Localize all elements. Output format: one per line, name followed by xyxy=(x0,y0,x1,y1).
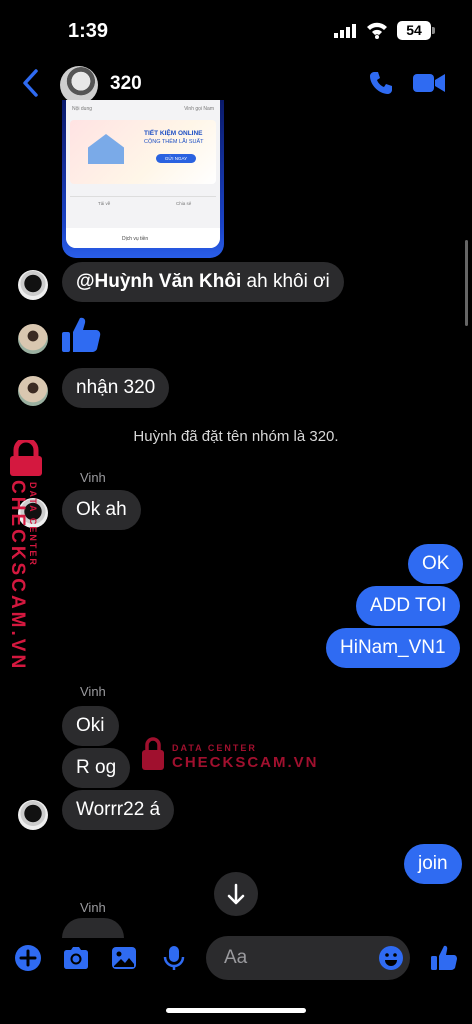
avatar[interactable] xyxy=(18,270,48,300)
promo-subheadline: CỘNG THÊM LÃI SUẤT xyxy=(144,139,204,145)
plus-icon[interactable] xyxy=(14,944,42,972)
message-bubble-outgoing[interactable]: join xyxy=(404,844,462,884)
avatar[interactable] xyxy=(18,376,48,406)
emoji-icon[interactable] xyxy=(378,945,404,971)
watermark-caption: DATA CENTER xyxy=(28,482,38,567)
watermark-lock-icon xyxy=(10,440,42,476)
message-text: ah khôi ơi xyxy=(241,271,330,292)
battery-tip xyxy=(432,27,435,34)
battery-indicator: 54 xyxy=(397,21,431,40)
group-avatar[interactable] xyxy=(60,66,98,104)
message-bubble[interactable]: Oki xyxy=(62,706,119,746)
system-message: Huỳnh đã đặt tên nhóm là 320. xyxy=(133,428,339,445)
message-input-placeholder: Aa xyxy=(224,947,248,968)
watermark-lock-icon xyxy=(142,737,164,770)
promo-button: GỬI NGAY xyxy=(156,154,196,163)
sender-name: Vinh xyxy=(80,900,106,915)
share-label: Chia sẻ xyxy=(176,201,192,206)
home-indicator[interactable] xyxy=(166,1008,306,1013)
thumbs-up-icon[interactable] xyxy=(60,314,102,356)
shared-image-text: Dịch vụ tiền xyxy=(122,236,149,242)
house-illustration xyxy=(88,134,124,164)
shared-image-bottom-bar: Dịch vụ tiền xyxy=(66,228,220,248)
signal-icon xyxy=(334,24,356,38)
chat-title[interactable]: 320 xyxy=(110,73,142,95)
message-bubble[interactable]: Worrr22 á xyxy=(62,790,175,830)
message-bubble[interactable]: Ok ah xyxy=(62,490,141,530)
shared-image[interactable]: Nội dung Vinh gọi Nam TIẾT KIỆM ONLINE C… xyxy=(62,100,224,258)
message-bubble-outgoing[interactable]: OK xyxy=(408,544,464,584)
watermark-caption: DATA CENTER xyxy=(172,743,257,753)
shared-image-text: Vinh gọi Nam xyxy=(184,106,214,112)
message-composer: Aa xyxy=(0,934,472,984)
thumbs-up-icon[interactable] xyxy=(430,944,458,972)
message-bubble[interactable]: nhận 320 xyxy=(62,368,170,408)
shared-image-content: Nội dung Vinh gọi Nam TIẾT KIỆM ONLINE C… xyxy=(66,100,220,248)
scroll-to-bottom-button[interactable] xyxy=(214,872,258,916)
microphone-icon[interactable] xyxy=(160,944,188,972)
watermark-text: CHECKSCAM.VN xyxy=(172,754,319,771)
status-bar: 1:39 54 xyxy=(0,0,472,60)
watermark-text: CHECKSCAM.VN xyxy=(7,480,28,672)
mention[interactable]: @Huỳnh Văn Khôi xyxy=(76,271,241,292)
sender-name: Vinh xyxy=(80,684,106,699)
message-bubble[interactable]: @Huỳnh Văn Khôi ah khôi ơi xyxy=(62,262,344,302)
arrow-down-icon xyxy=(227,883,245,905)
message-bubble[interactable]: R og xyxy=(62,748,131,788)
phone-call-icon[interactable] xyxy=(368,70,394,96)
message-bubble-outgoing[interactable]: HiNam_VN1 xyxy=(326,628,460,668)
promo-headline: TIẾT KIỆM ONLINE xyxy=(144,130,203,137)
shared-image-actions: Tải về Chia sẻ xyxy=(70,196,216,210)
shared-image-text: Nội dung xyxy=(72,106,93,112)
status-time: 1:39 xyxy=(68,20,109,42)
avatar[interactable] xyxy=(18,324,48,354)
camera-icon[interactable] xyxy=(62,944,90,972)
video-call-icon[interactable] xyxy=(413,72,445,94)
message-bubble-outgoing[interactable]: ADD TOI xyxy=(356,586,461,626)
avatar[interactable] xyxy=(18,800,48,830)
download-label: Tải về xyxy=(98,201,111,206)
sender-name: Vinh xyxy=(80,470,106,485)
wifi-icon xyxy=(367,22,387,39)
message-input[interactable]: Aa xyxy=(206,936,410,980)
back-icon[interactable] xyxy=(20,68,42,98)
gallery-icon[interactable] xyxy=(110,944,138,972)
promo-banner: TIẾT KIỆM ONLINE CỘNG THÊM LÃI SUẤT GỬI … xyxy=(70,120,216,184)
scrollbar[interactable] xyxy=(465,240,468,326)
